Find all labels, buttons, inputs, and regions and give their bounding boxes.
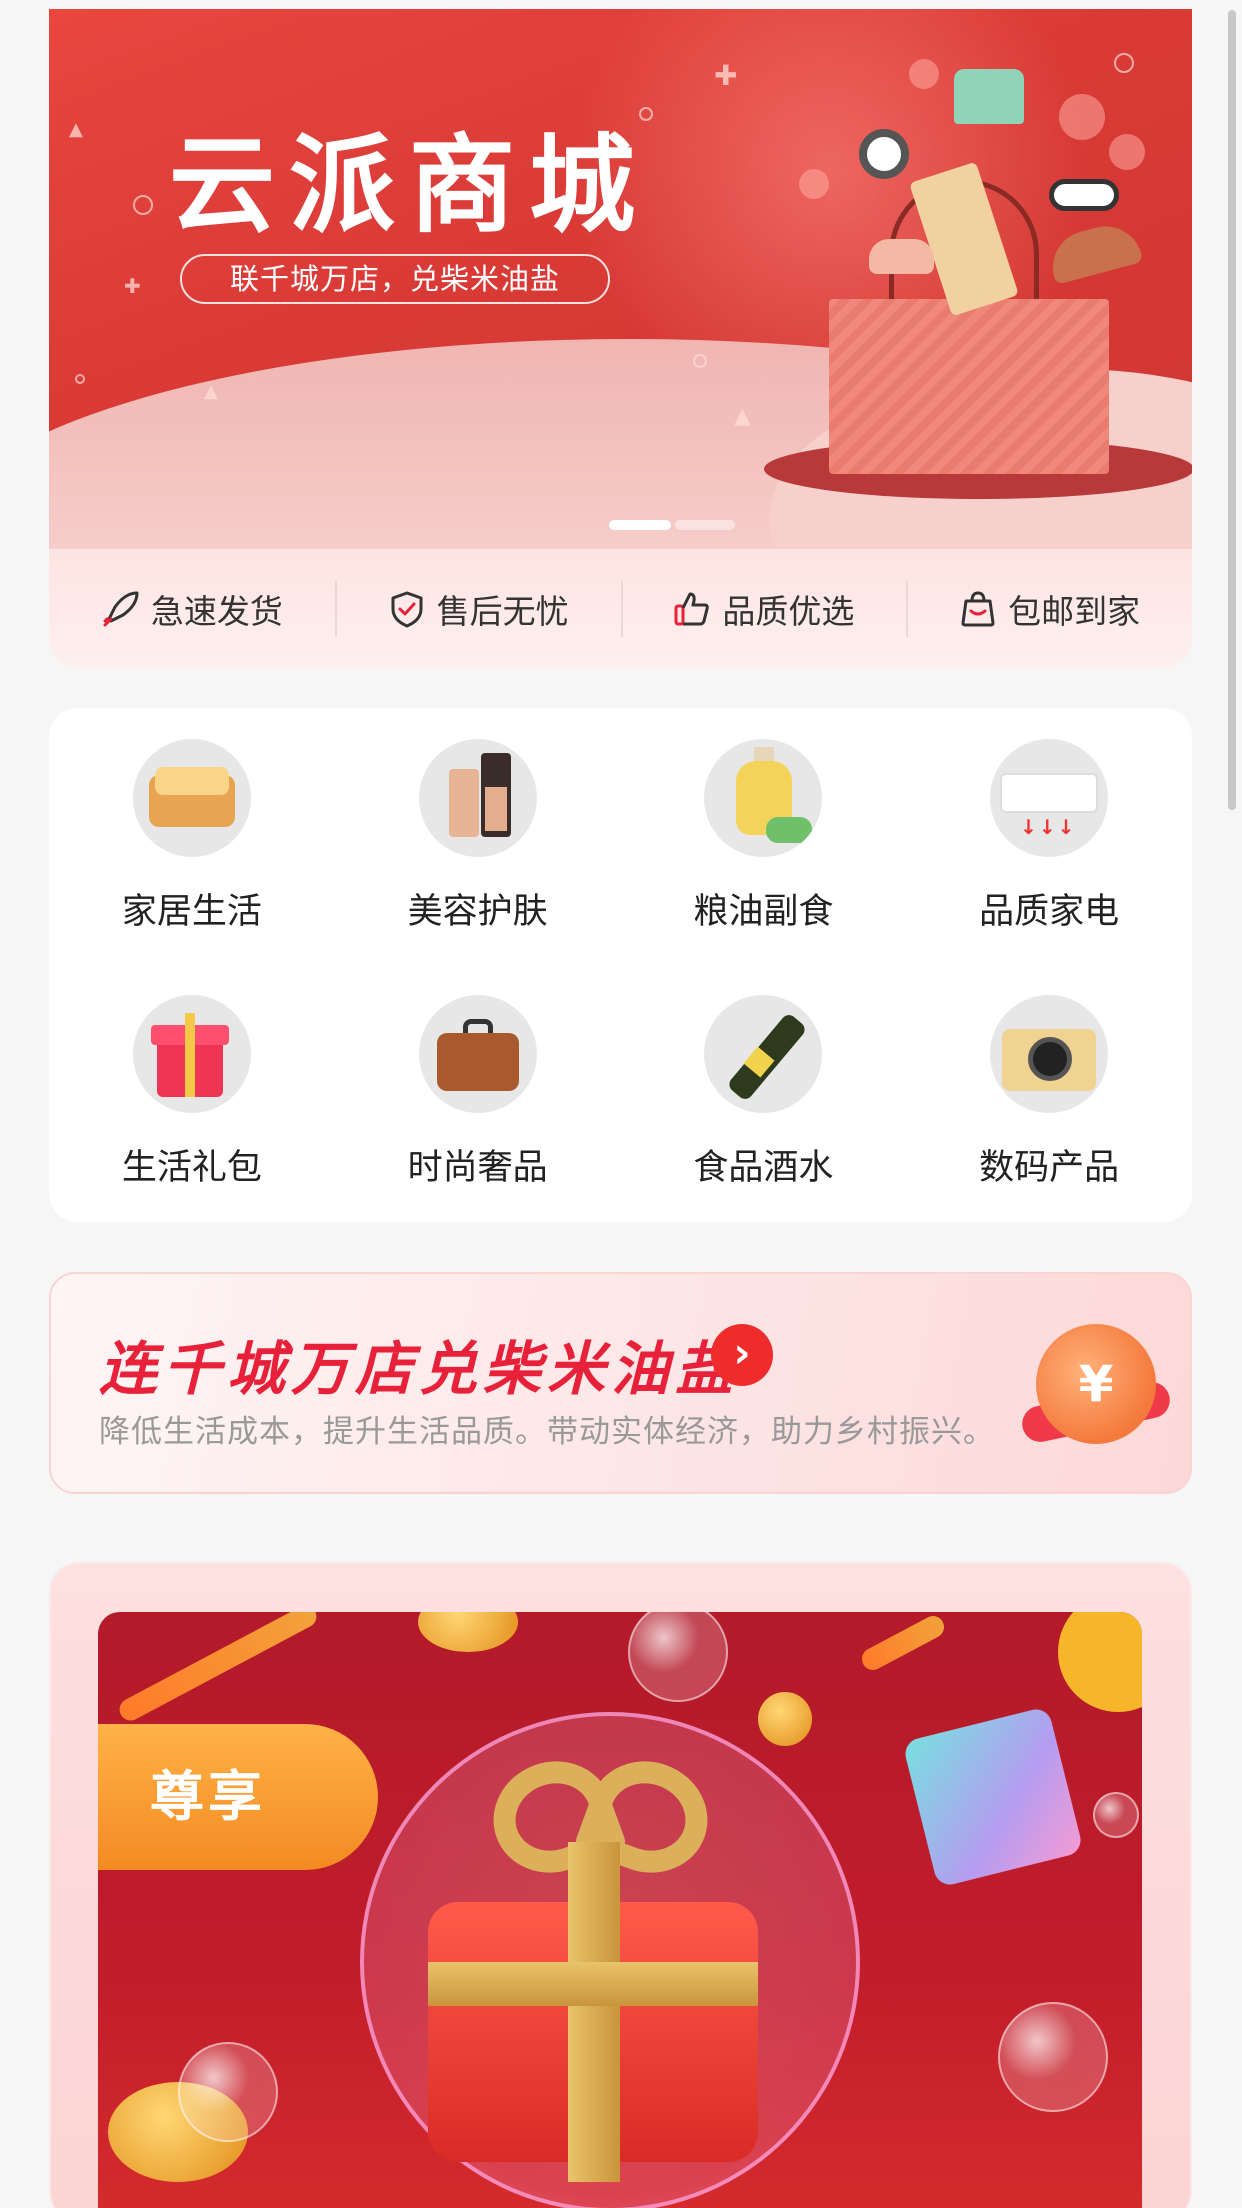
feature-quality: 品质优选 [620, 577, 907, 641]
category-label: 食品酒水 [693, 1148, 834, 1188]
hero-banner[interactable]: ✚ ✚ ▲ ▲ ▲ 云派商城 联千城万店，兑柴米油盐 [49, 9, 1192, 549]
category-label: 家居生活 [121, 892, 262, 932]
category-digital[interactable]: 数码产品 [906, 964, 1192, 1220]
shoe-icon [869, 239, 934, 274]
feature-after-sales: 售后无忧 [334, 577, 621, 641]
thumbs-up-icon [674, 592, 710, 626]
sparkle-icon: ✚ [714, 59, 738, 92]
stripe-deco [858, 1612, 948, 1674]
wine-bottle-icon [704, 995, 823, 1113]
category-label: 生活礼包 [121, 1148, 262, 1188]
category-grain-oil[interactable]: 粮油副食 [621, 708, 907, 964]
small-gift-icon [902, 1706, 1084, 1888]
category-luxury[interactable]: 时尚奢品 [335, 964, 621, 1220]
shirt-icon [954, 69, 1024, 124]
category-label: 美容护肤 [407, 892, 548, 932]
category-label: 时尚奢品 [407, 1148, 548, 1188]
cosmetics-icon [418, 739, 537, 857]
ring-deco [693, 354, 707, 368]
promo-description: 降低生活成本，提升生活品质。带动实体经济，助力乡村振兴。 [99, 1414, 995, 1450]
bubble-deco [1059, 94, 1105, 140]
bed-icon [132, 739, 251, 857]
carousel-indicator[interactable] [609, 520, 739, 530]
category-food-drinks[interactable]: 食品酒水 [621, 964, 907, 1220]
category-label: 粮油副食 [693, 892, 834, 932]
shopping-bag-illustration [829, 299, 1109, 474]
feature-fast-shipping: 急速发货 [49, 577, 335, 641]
camera-icon [990, 995, 1109, 1113]
banner-subtitle: 联千城万店，兑柴米油盐 [180, 254, 610, 304]
sparkle-icon: ▲ [734, 404, 751, 429]
bubble-deco [178, 2042, 278, 2142]
sparkle-icon: ▲ [204, 381, 218, 402]
gift-ribbon [428, 1962, 758, 2006]
scrollbar[interactable] [1228, 10, 1236, 810]
sparkle-icon: ▲ [69, 119, 83, 140]
ring-deco [1114, 53, 1134, 73]
briefcase-icon [418, 995, 537, 1113]
air-conditioner-icon: ↓↓↓ [990, 739, 1109, 857]
bubble-deco [998, 2002, 1108, 2112]
bubble-deco [799, 169, 829, 199]
sun-deco [1058, 1612, 1142, 1712]
promo-title: 连千城万店兑柴米油盐 [99, 1335, 740, 1403]
ring-deco [133, 195, 153, 215]
feature-free-shipping: 包邮到家 [906, 577, 1192, 641]
category-label: 品质家电 [979, 892, 1120, 932]
category-label: 数码产品 [979, 1148, 1120, 1188]
gift-icon [132, 995, 251, 1113]
rocket-icon [103, 591, 139, 627]
bag-icon [961, 591, 995, 627]
service-features-bar: 急速发货 售后无忧 品质优选 包邮到家 [49, 549, 1192, 669]
watch-icon [859, 129, 909, 179]
category-appliances[interactable]: ↓↓↓ 品质家电 [906, 708, 1192, 964]
carousel-dot-active[interactable] [609, 520, 671, 530]
feature-label: 急速发货 [150, 592, 283, 631]
feature-label: 品质优选 [722, 592, 855, 631]
bubble-deco [628, 1612, 728, 1702]
coin-icon: ¥ [1036, 1324, 1156, 1444]
category-gift-packs[interactable]: 生活礼包 [49, 964, 335, 1220]
coin-deco [418, 1612, 518, 1652]
bubble-deco [1109, 134, 1145, 170]
chevron-right-icon[interactable]: › [711, 1324, 773, 1386]
exclusive-tag: 尊享 [98, 1724, 378, 1870]
banner-title: 云派商城 [169, 122, 649, 247]
bubble-deco [1093, 1792, 1139, 1838]
stripe-deco [115, 1612, 321, 1725]
category-grid: 家居生活 美容护肤 粮油副食 ↓↓↓ 品质家电 生活礼包 时尚奢品 食品酒水 数… [49, 708, 1192, 1222]
glasses-icon [1049, 179, 1119, 211]
oil-bottle-icon [704, 739, 823, 857]
promo-banner[interactable]: 连千城万店兑柴米油盐 › 降低生活成本，提升生活品质。带动实体经济，助力乡村振兴… [49, 1272, 1192, 1494]
bubble-deco [909, 59, 939, 89]
sparkle-icon: ✚ [124, 274, 141, 298]
feature-label: 售后无忧 [436, 592, 569, 631]
category-beauty-skincare[interactable]: 美容护肤 [335, 708, 621, 964]
gift-ribbon [568, 1842, 620, 2182]
coin-deco [758, 1692, 812, 1746]
shield-check-icon [391, 591, 423, 628]
ring-deco [75, 374, 85, 384]
feature-label: 包邮到家 [1008, 592, 1141, 631]
carousel-dot[interactable] [675, 520, 735, 530]
category-home-living[interactable]: 家居生活 [49, 708, 335, 964]
exclusive-banner[interactable]: 尊享 [98, 1612, 1142, 2208]
